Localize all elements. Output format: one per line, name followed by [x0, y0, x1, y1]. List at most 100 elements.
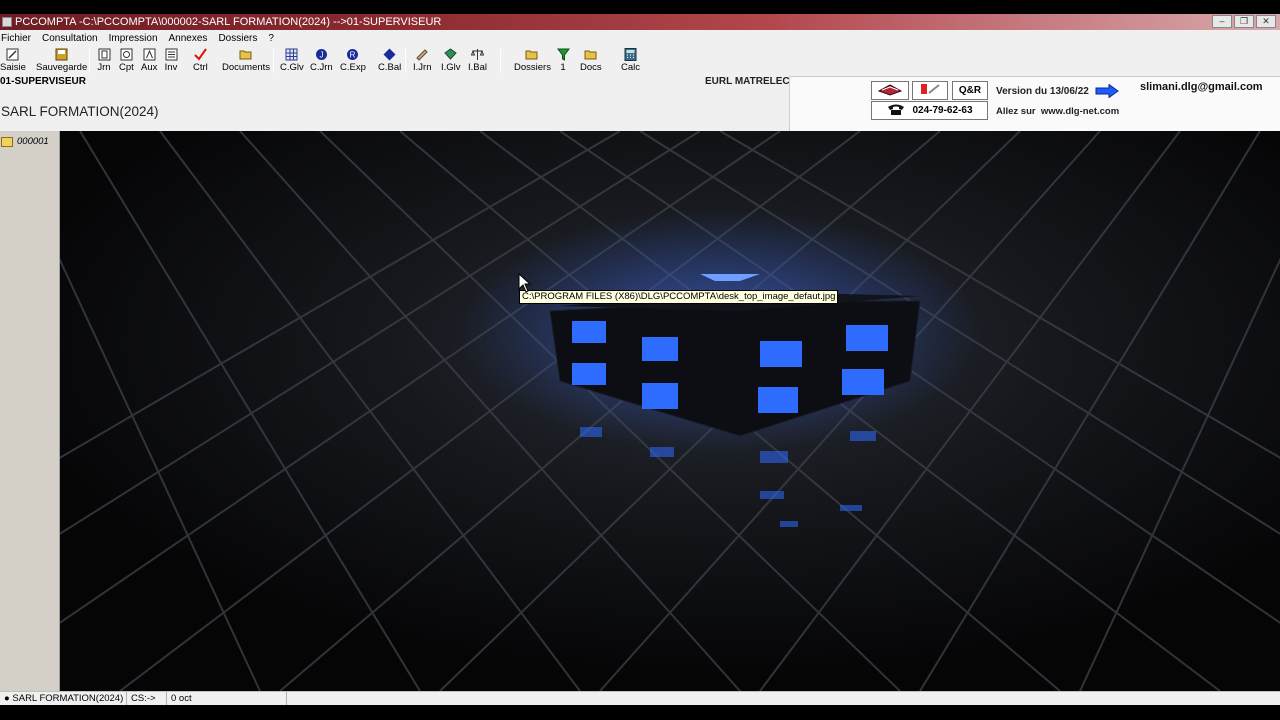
title-bar[interactable]: PCCOMPTA -C:\PCCOMPTA\000002-SARL FORMAT…	[0, 14, 1280, 30]
toolbar-inv-button[interactable]: Inv	[164, 48, 178, 76]
toolbar-label: C.Glv	[280, 62, 304, 73]
toolbar-separator	[273, 49, 274, 73]
toolbar-label: Documents	[222, 62, 271, 73]
toolbar-label: Cpt	[119, 62, 134, 73]
menu-annexes[interactable]: Annexes	[164, 33, 214, 44]
mouse-cursor-icon	[518, 273, 532, 293]
toolbar-saisie-button[interactable]: Saisie	[0, 48, 26, 76]
toolbar-docs-button[interactable]: Docs	[580, 48, 602, 76]
company-name: SARL FORMATION(2024)	[1, 104, 159, 119]
toolbar-label: Saisie	[0, 62, 26, 73]
svg-text:J: J	[319, 51, 323, 60]
calculator-icon	[624, 48, 638, 61]
toolbar-label: Jrn	[97, 62, 111, 73]
toolbar-label: I.Glv	[441, 62, 461, 73]
book-button[interactable]	[871, 81, 909, 100]
phone-number: 024-79-62-63	[912, 105, 973, 116]
toolbar-label: Inv	[164, 62, 178, 73]
support-button[interactable]	[912, 81, 948, 100]
menu-consultation[interactable]: Consultation	[37, 33, 104, 44]
website-line: Allez sur www.dlg-net.com	[996, 106, 1119, 117]
toolbar-cpt-button[interactable]: Cpt	[119, 48, 134, 76]
qr-button[interactable]: Q&R	[952, 81, 988, 100]
phone-button[interactable]: 024-79-62-63	[871, 101, 988, 120]
svg-text:R: R	[350, 51, 356, 60]
pen-icon	[6, 48, 20, 61]
toolbar-label: C.Jrn	[310, 62, 333, 73]
toolbar-iglv-button[interactable]: I.Glv	[441, 48, 461, 76]
menu-help[interactable]: ?	[263, 33, 280, 44]
auxiliary-icon	[142, 48, 156, 61]
toolbar-cglv-button[interactable]: C.Glv	[280, 48, 304, 76]
book-icon	[877, 82, 903, 99]
client-name: EURL MATRELEC	[705, 76, 790, 87]
support-email[interactable]: slimani.dlg@gmail.com	[1140, 81, 1263, 93]
account-icon	[119, 48, 133, 61]
menu-dossiers[interactable]: Dossiers	[213, 33, 263, 44]
restore-button[interactable]: ❐	[1234, 15, 1254, 28]
arrow-right-icon[interactable]	[1095, 83, 1119, 99]
toolbar-label: I.Bal	[468, 62, 488, 73]
toolbar-documents-button[interactable]: Documents	[222, 48, 270, 76]
toolbar-cjrn-button[interactable]: J C.Jrn	[310, 48, 333, 76]
toolbar-ibal-button[interactable]: I.Bal	[468, 48, 487, 76]
status-size: 0 oct	[167, 692, 287, 705]
minimize-button[interactable]: –	[1212, 15, 1232, 28]
toolbar-ijrn-button[interactable]: I.Jrn	[413, 48, 431, 76]
lock-icon: ●	[4, 693, 10, 704]
video-letterbox-bottom	[0, 705, 1280, 720]
folder-open-icon	[584, 48, 598, 61]
toolbar-label: C.Bal	[378, 62, 402, 73]
scales-icon	[471, 48, 485, 61]
diamond-icon	[383, 48, 397, 61]
toolbar-label: C.Exp	[340, 62, 366, 73]
book-icon	[444, 48, 458, 61]
current-user: 01-SUPERVISEUR	[0, 76, 86, 87]
disk-icon	[55, 48, 69, 61]
wallpaper-path-tooltip: C:\PROGRAM FILES (X86)\DLG\PCCOMPTA\desk…	[519, 290, 839, 304]
menu-bar: Fichier Consultation Impression Annexes …	[0, 30, 1280, 46]
toolbar-label: Dossiers	[514, 62, 551, 73]
user-help-icon	[918, 82, 942, 99]
toolbar-cexp-button[interactable]: R C.Exp	[340, 48, 366, 76]
toolbar-aux-button[interactable]: Aux	[141, 48, 157, 76]
dossier-label: 000001	[17, 136, 49, 147]
toolbar-label: I.Jrn	[413, 62, 432, 73]
checkmark-icon	[193, 48, 207, 61]
folder-open-icon	[525, 48, 539, 61]
menu-impression[interactable]: Impression	[104, 33, 164, 44]
toolbar-label: Aux	[141, 62, 158, 73]
toolbar-label: Ctrl	[193, 62, 208, 73]
toolbar-jrn-button[interactable]: Jrn	[97, 48, 111, 76]
toolbar-cbal-button[interactable]: C.Bal	[378, 48, 401, 76]
toolbar-separator	[500, 49, 501, 73]
toolbar-dossiers-button[interactable]: Dossiers	[514, 48, 551, 76]
toolbar-label: Sauvegarde	[36, 62, 88, 73]
toolbar-label: Docs	[580, 62, 602, 73]
toolbar-ctrl-button[interactable]: Ctrl	[193, 48, 208, 76]
wallpaper-image	[60, 131, 1280, 691]
visit-prefix: Allez sur	[996, 106, 1036, 117]
toolbar-sauvegarde-button[interactable]: Sauvegarde	[36, 48, 87, 76]
website-link[interactable]: www.dlg-net.com	[1041, 106, 1119, 117]
dossier-tree-item[interactable]: 000001	[1, 136, 49, 147]
close-button[interactable]: ✕	[1256, 15, 1276, 28]
journal-icon	[97, 48, 111, 61]
folder-icon	[1, 136, 13, 147]
window-controls: – ❐ ✕	[1212, 15, 1276, 28]
inventory-icon	[164, 48, 178, 61]
grid-icon	[285, 48, 299, 61]
status-company: ● SARL FORMATION(2024)	[0, 692, 127, 705]
window-title: PCCOMPTA -C:\PCCOMPTA\000002-SARL FORMAT…	[15, 16, 442, 28]
circle-r-icon: R	[346, 48, 360, 61]
dossier-sidebar: 000001	[0, 131, 60, 691]
toolbar-filter-button[interactable]: 1	[556, 48, 570, 76]
folder-open-icon	[239, 48, 253, 61]
menu-fichier[interactable]: Fichier	[0, 33, 37, 44]
circle-j-icon: J	[314, 48, 328, 61]
phone-icon	[886, 103, 906, 119]
toolbar-calc-button[interactable]: Calc	[621, 48, 640, 76]
info-panel: Q&R 024-79-62-63 Version du 13/06/22 sli…	[789, 76, 1280, 131]
toolbar: Saisie Sauvegarde Jrn Cpt Aux Inv Ctrl D…	[0, 46, 1280, 76]
toolbar-label: Calc	[621, 62, 641, 73]
